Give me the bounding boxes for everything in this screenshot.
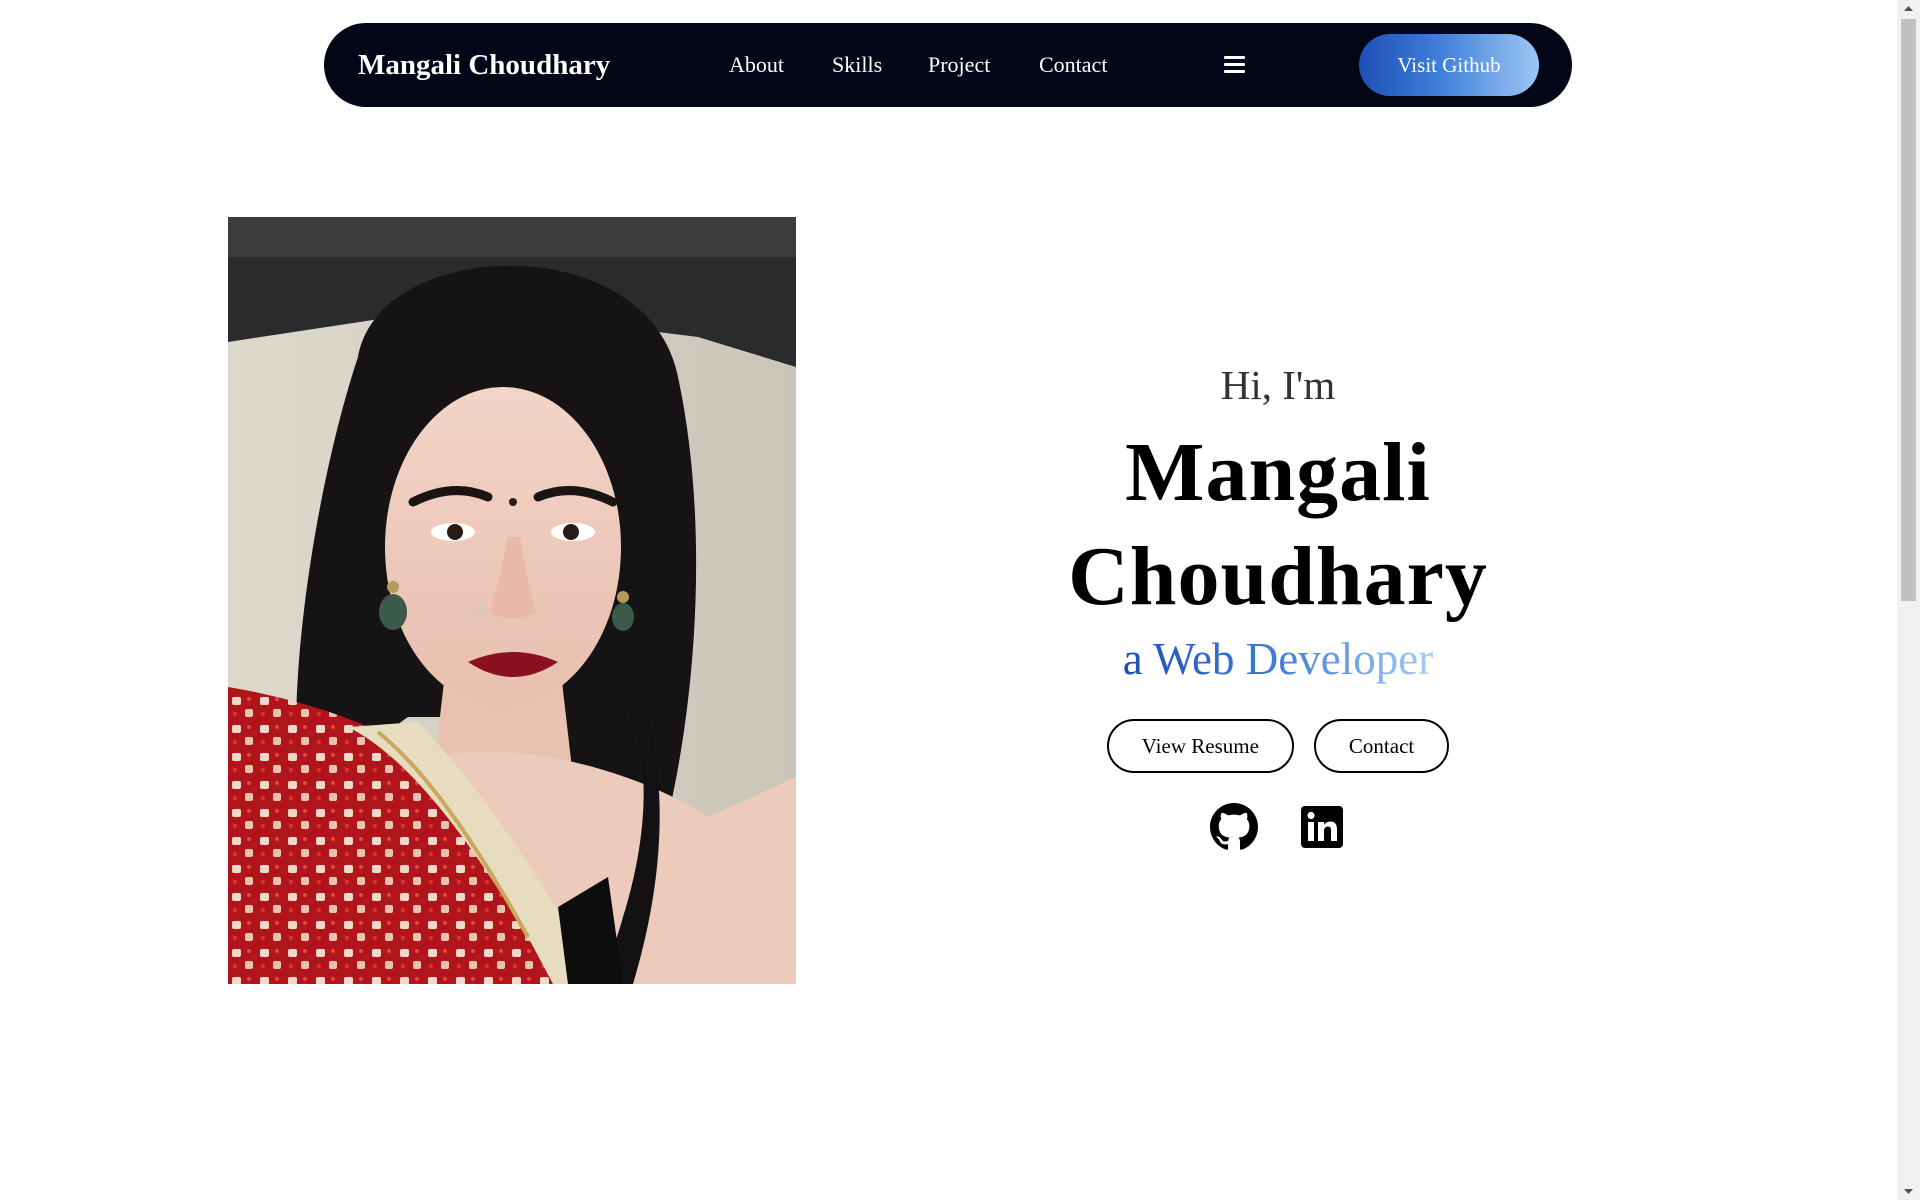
hero-section: Hi, I'm Mangali Choudhary a Web Develope… — [1000, 355, 1556, 851]
nav-link-about[interactable]: About — [729, 23, 784, 107]
brand-name[interactable]: Mangali Choudhary — [358, 23, 610, 107]
scroll-down-arrow-icon[interactable] — [1897, 1183, 1920, 1200]
view-resume-button[interactable]: View Resume — [1106, 719, 1294, 773]
hero-name-first: Mangali — [1125, 426, 1431, 519]
nav-link-project[interactable]: Project — [928, 23, 990, 107]
hero-greeting: Hi, I'm — [1220, 362, 1336, 408]
linkedin-icon[interactable] — [1298, 803, 1346, 851]
scroll-up-arrow-icon[interactable] — [1897, 0, 1920, 17]
profile-photo — [228, 217, 796, 984]
hero-buttons: View Resume Contact — [1000, 719, 1556, 773]
hamburger-menu-icon[interactable] — [1224, 54, 1245, 74]
social-links — [1000, 803, 1556, 851]
hero-name: Mangali Choudhary — [1000, 421, 1556, 629]
navbar: Mangali Choudhary About Skills Project C… — [324, 23, 1572, 107]
nav-link-contact[interactable]: Contact — [1039, 23, 1107, 107]
visit-github-button[interactable]: Visit Github — [1359, 34, 1539, 96]
github-icon[interactable] — [1210, 803, 1258, 851]
contact-button[interactable]: Contact — [1313, 719, 1450, 773]
vertical-scrollbar[interactable] — [1897, 0, 1920, 1200]
portfolio-page: Mangali Choudhary About Skills Project C… — [0, 0, 1920, 1200]
scrollbar-thumb[interactable] — [1901, 19, 1916, 601]
hero-role: a Web Developer — [1123, 629, 1433, 689]
nav-link-skills[interactable]: Skills — [832, 23, 882, 107]
hero-name-last: Choudhary — [1068, 530, 1488, 623]
